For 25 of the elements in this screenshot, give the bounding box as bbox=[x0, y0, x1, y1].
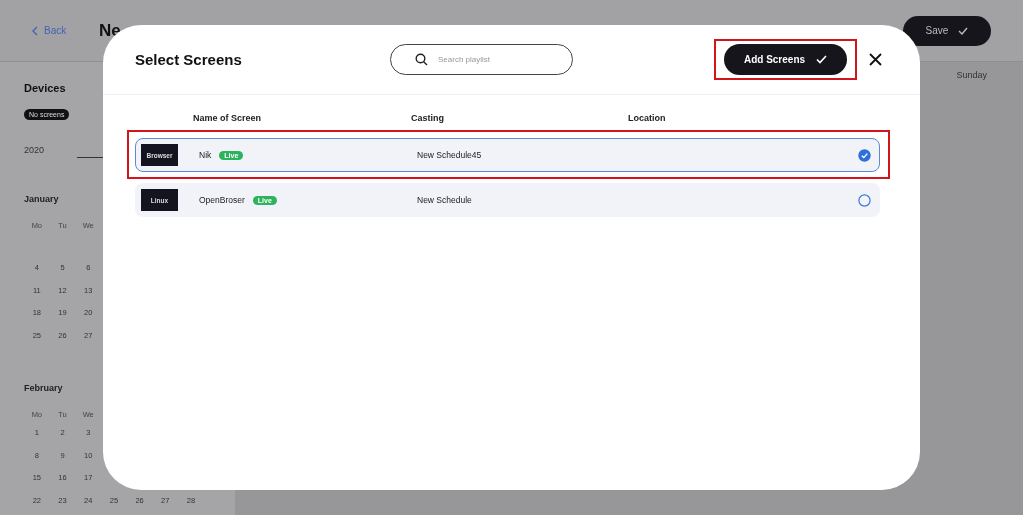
column-header: Name of Screen bbox=[193, 112, 263, 123]
dialog-title: Select Screens bbox=[135, 51, 243, 68]
checked-radio-icon[interactable] bbox=[858, 148, 871, 162]
add-screens-button[interactable]: Add Screens bbox=[724, 44, 847, 75]
month-name: January bbox=[24, 194, 59, 204]
search-icon bbox=[415, 53, 428, 66]
radio-icon[interactable] bbox=[858, 193, 871, 207]
close-icon bbox=[869, 53, 882, 66]
chevron-left-icon bbox=[32, 25, 38, 36]
day-header: Sunday bbox=[956, 70, 987, 82]
screen-name: OpenBroser bbox=[199, 195, 245, 205]
check-icon bbox=[816, 55, 828, 64]
sidebar-heading: Devices bbox=[24, 82, 67, 94]
close-button[interactable] bbox=[869, 53, 882, 66]
page-title: Ne bbox=[99, 20, 121, 41]
search-input[interactable]: Search playlist bbox=[438, 55, 548, 64]
table-cell-text: New Schedule45 bbox=[417, 150, 483, 160]
month-name: February bbox=[24, 383, 63, 393]
screen-name: Nik bbox=[199, 150, 212, 160]
check-icon bbox=[958, 26, 969, 35]
save-button[interactable]: Save bbox=[903, 15, 991, 46]
year-tab[interactable]: 2020 bbox=[24, 144, 78, 155]
column-header: Location bbox=[628, 112, 667, 123]
table-cell-text: New Schedule bbox=[417, 195, 473, 205]
column-header: Casting bbox=[411, 112, 445, 123]
